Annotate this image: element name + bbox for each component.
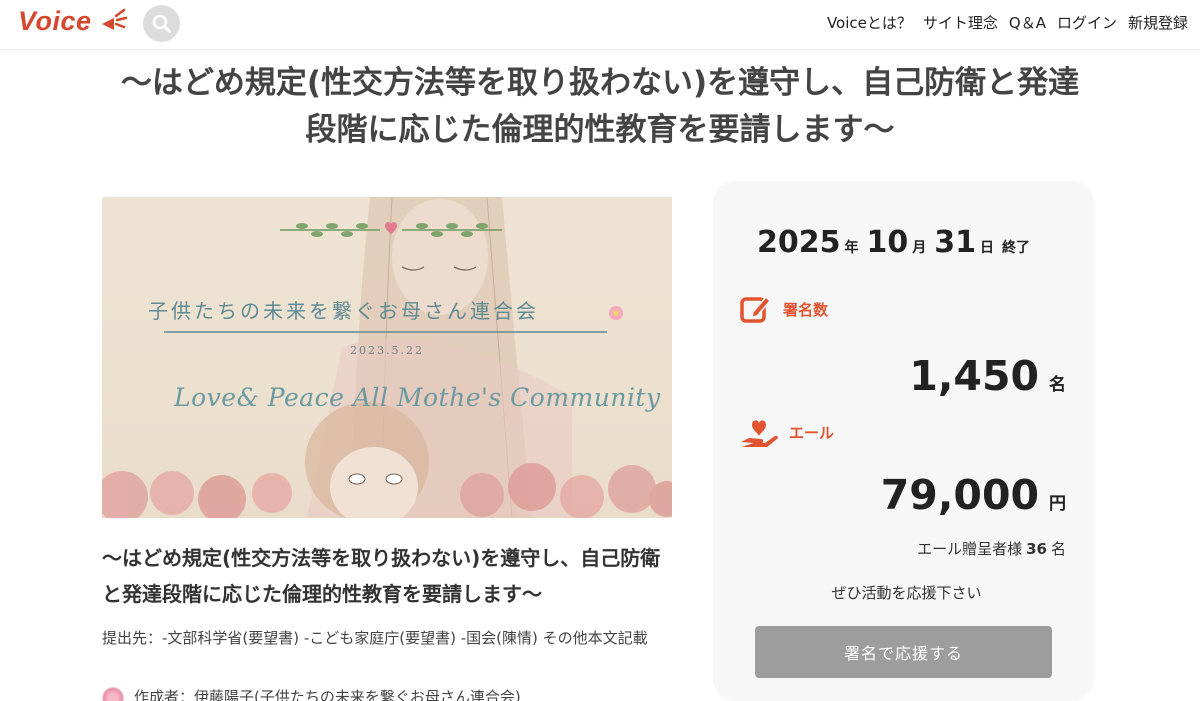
cheer-givers-label: エール贈呈者様 (917, 540, 1023, 558)
signature-panel: 2025 年 10 月 31 日終了 署名数 1,450 名 エール 79,000 円 エール… (713, 181, 1094, 701)
image-script-text: Love& Peace All Mothe's Community (174, 383, 661, 412)
megaphone-logo-icon (102, 8, 128, 30)
signature-count: 1,450 名 (909, 352, 1066, 400)
cheer-givers: エール贈呈者様 36 名 (917, 538, 1066, 559)
campaign-author: 作成者：伊藤陽子(子供たちの未来を繋ぐお母さん連合会) (102, 686, 662, 701)
signature-count-label: 署名数 (739, 292, 828, 326)
cheer-label-row: エール (739, 414, 834, 450)
deadline-month-unit: 月 (912, 240, 927, 256)
campaign-title[interactable]: 〜はどめ規定(性交方法等を取り扱わない)を遵守し、自己防衛と発達段階に応じた倫理… (102, 540, 677, 612)
deadline-day-unit: 日 (980, 240, 994, 256)
search-icon (152, 14, 171, 33)
illustration (102, 197, 672, 518)
nav-qa[interactable]: Q＆A (1009, 12, 1046, 33)
nav-philosophy[interactable]: サイト理念 (923, 12, 998, 33)
nav-signup[interactable]: 新規登録 (1128, 12, 1188, 33)
author-name[interactable]: 作成者：伊藤陽子(子供たちの未来を繋ぐお母さん連合会) (134, 688, 521, 701)
heart-hand-icon (741, 420, 778, 447)
cheer-amount: 79,000 円 (881, 471, 1066, 519)
voice-logo[interactable]: Voice (18, 6, 92, 37)
nav-login[interactable]: ログイン (1057, 12, 1117, 33)
pencil-square-icon (740, 295, 772, 323)
page-title: 〜はどめ規定(性交方法等を取り扱わない)を遵守し、自己防衛と発達段階に応じた倫理… (120, 65, 1080, 148)
cheer-amount-value: 79,000 (880, 471, 1039, 519)
cheer-givers-count: 36 (1026, 540, 1047, 558)
deadline-month: 10 (866, 225, 909, 260)
signature-count-unit: 名 (1049, 375, 1066, 395)
sign-support-button[interactable]: 署名で応援する (755, 626, 1052, 678)
nav-about[interactable]: Voiceとは？ (827, 12, 912, 33)
author-avatar[interactable] (102, 686, 124, 701)
image-date-text: 2023.5.22 (350, 344, 424, 357)
image-title-text: 子供たちの未来を繋ぐお母さん連合会 (148, 299, 539, 323)
search-button[interactable] (143, 5, 180, 42)
site-header: Voice Voiceとは？ サイト理念 Q＆A ログイン 新規登録 (0, 0, 1200, 50)
cheer-givers-unit: 名 (1050, 540, 1066, 558)
campaign-destination: 提出先：-文部科学省(要望書) -こども家庭庁(要望書) -国会(陳情) その他… (102, 629, 648, 647)
deadline-day: 31 (934, 225, 976, 260)
campaign-image[interactable]: 子供たちの未来を繋ぐお母さん連合会 2023.5.22 Love& Peace … (102, 197, 672, 518)
signature-count-value: 1,450 (909, 352, 1039, 400)
top-nav: Voiceとは？ サイト理念 Q＆A ログイン 新規登録 (827, 12, 1188, 33)
deadline-year-unit: 年 (844, 240, 859, 256)
deadline: 2025 年 10 月 31 日終了 (757, 225, 1030, 260)
signature-label: 署名数 (783, 300, 829, 319)
support-message: ぜひ活動を応援下さい (831, 584, 982, 602)
cheer-amount-unit: 円 (1049, 494, 1066, 514)
deadline-year: 2025 (757, 225, 841, 260)
cheer-label: エール (789, 423, 835, 442)
deadline-status: 終了 (1002, 240, 1030, 256)
